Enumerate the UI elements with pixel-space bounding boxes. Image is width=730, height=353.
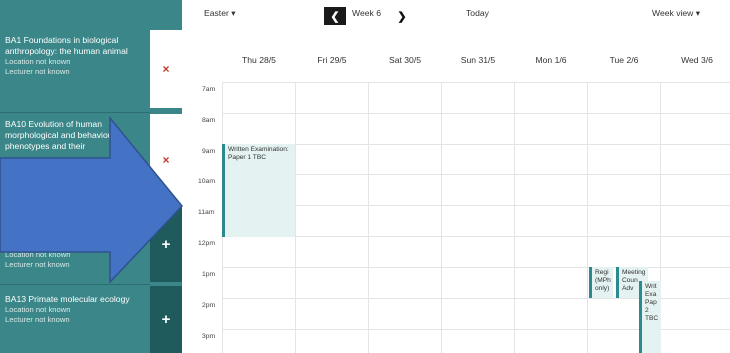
arrow-annotation-icon — [0, 115, 183, 284]
